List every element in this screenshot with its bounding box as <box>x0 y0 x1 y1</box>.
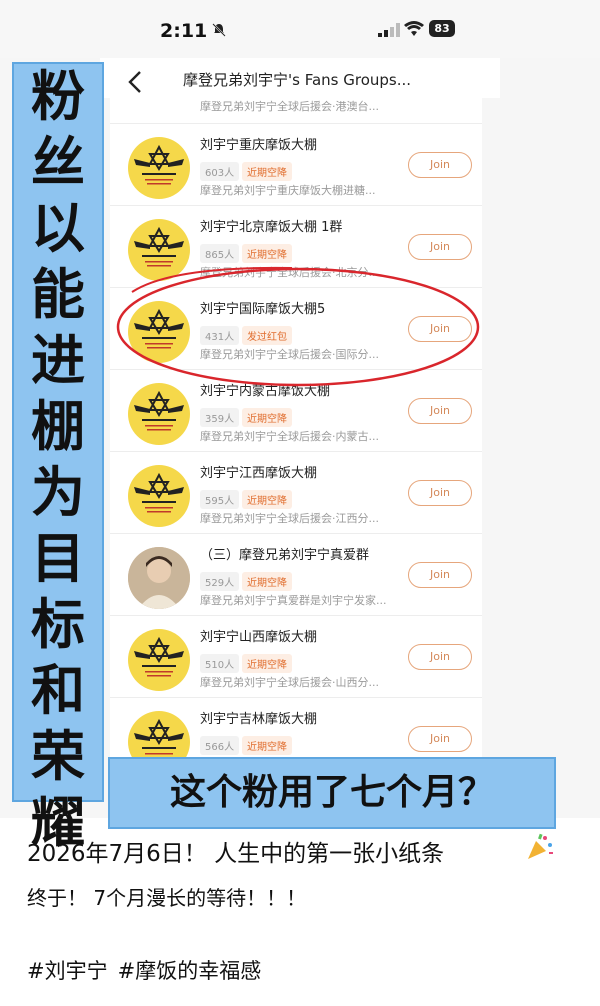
caption-char: 和 <box>31 659 85 722</box>
join-button[interactable]: Join <box>408 398 472 424</box>
join-button[interactable]: Join <box>408 726 472 752</box>
avatar <box>128 547 190 609</box>
list-item[interactable]: 刘宇宁江西摩饭大棚 595人 近期空降摩登兄弟刘宇宁全球后援会·江西分... Join <box>110 452 482 534</box>
member-count-badge: 510人 <box>200 654 240 673</box>
status-time: 2:11 <box>160 20 208 42</box>
caption-char: 为 <box>31 461 85 524</box>
caption-char: 标 <box>31 593 85 656</box>
group-description: 摩登兄弟刘宇宁真爱群是刘宇宁发家... <box>200 594 387 607</box>
status-badge: 近期空降 <box>242 654 292 673</box>
join-button[interactable]: Join <box>408 562 472 588</box>
group-name: 刘宇宁江西摩饭大棚 <box>200 466 318 481</box>
caption-char: 进 <box>31 329 85 392</box>
party-popper-icon <box>528 833 553 859</box>
hashtag-list: #刘宇宁 #摩饭的幸福感 <box>27 955 271 985</box>
group-name: （三）摩登兄弟刘宇宁真爱群 <box>200 548 370 563</box>
caption-char: 丝 <box>31 131 85 194</box>
status-bar: 2:11 83 <box>0 0 600 58</box>
member-count-badge: 529人 <box>200 572 240 591</box>
member-count-badge: 595人 <box>200 490 240 509</box>
status-badge: 近期空降 <box>242 490 292 509</box>
join-button[interactable]: Join <box>408 234 472 260</box>
status-badge: 近期空降 <box>242 408 292 427</box>
group-list: 摩登兄弟刘宇宁全球后援会·港澳台... 刘宇宁重庆摩饭大棚 603人 近期空降 摩登兄… <box>110 96 482 780</box>
wifi-icon <box>404 21 424 36</box>
hashtag-link[interactable]: #摩饭的幸福感 <box>118 959 262 983</box>
caption-char: 荣 <box>31 725 85 788</box>
member-count-badge: 566人 <box>200 736 240 755</box>
fan-club-emblem-icon <box>134 472 184 513</box>
caption-char: 能 <box>31 263 85 326</box>
post-text-line1: 2026年7月6日！ 人生中的第一张小纸条 <box>27 841 445 867</box>
list-item[interactable]: 刘宇宁山西摩饭大棚 510人 近期空降摩登兄弟刘宇宁全球后援会·山西分... Join <box>110 616 482 698</box>
hashtag-link[interactable]: #刘宇宁 <box>27 959 108 983</box>
group-description: 摩登兄弟刘宇宁全球后援会·江西分... <box>200 512 379 525</box>
avatar <box>128 137 190 199</box>
bottom-caption-banner: 这个粉用了七个月？ <box>108 757 556 829</box>
user-photo-icon <box>128 547 190 609</box>
back-arrow-icon[interactable] <box>126 70 144 94</box>
list-item[interactable]: 刘宇宁重庆摩饭大棚 603人 近期空降摩登兄弟刘宇宁重庆摩饭大棚进糖... Join <box>110 124 482 206</box>
avatar <box>128 629 190 691</box>
status-badge: 近期空降 <box>242 572 292 591</box>
status-badge: 近期空降 <box>242 244 292 263</box>
join-button[interactable]: Join <box>408 480 472 506</box>
join-button[interactable]: Join <box>408 152 472 178</box>
member-count-badge: 359人 <box>200 408 240 427</box>
avatar <box>128 383 190 445</box>
caption-char: 以 <box>31 197 85 260</box>
member-count-badge: 865人 <box>200 244 240 263</box>
fan-club-emblem-icon <box>134 390 184 431</box>
red-circle-annotation <box>116 266 480 387</box>
join-button[interactable]: Join <box>408 644 472 670</box>
status-badge: 近期空降 <box>242 162 292 181</box>
fan-club-emblem-icon <box>134 144 184 185</box>
group-description: 摩登兄弟刘宇宁重庆摩饭大棚进糖... <box>200 184 376 197</box>
caption-char: 目 <box>31 527 85 590</box>
fan-club-emblem-icon <box>134 636 184 677</box>
avatar <box>128 465 190 527</box>
page-title: 摩登兄弟刘宇宁's Fans Groups... <box>183 71 412 89</box>
group-name: 刘宇宁吉林摩饭大棚 <box>200 712 318 727</box>
bell-muted-icon <box>212 23 226 37</box>
caption-char: 粉 <box>31 65 85 128</box>
group-description: 摩登兄弟刘宇宁全球后援会·内蒙古... <box>200 430 379 443</box>
member-count-badge: 603人 <box>200 162 240 181</box>
status-badge: 近期空降 <box>242 736 292 755</box>
group-name: 刘宇宁重庆摩饭大棚 <box>200 138 318 153</box>
battery-icon: 83 <box>429 20 455 37</box>
signal-icon <box>378 23 400 37</box>
caption-char: 棚 <box>31 395 85 458</box>
group-description: 摩登兄弟刘宇宁全球后援会·港澳台... <box>200 100 379 113</box>
group-name: 刘宇宁北京摩饭大棚 1群 <box>200 220 343 235</box>
list-item[interactable]: （三）摩登兄弟刘宇宁真爱群 529人 近期空降摩登兄弟刘宇宁真爱群是刘宇宁发家...… <box>110 534 482 616</box>
list-item-partial[interactable]: 摩登兄弟刘宇宁全球后援会·港澳台... <box>110 96 482 124</box>
vertical-caption-banner: 粉丝以能进棚为目标和荣耀 <box>12 62 104 854</box>
group-name: 刘宇宁山西摩饭大棚 <box>200 630 318 645</box>
group-description: 摩登兄弟刘宇宁全球后援会·山西分... <box>200 676 379 689</box>
post-text-line2: 终于！ 7个月漫长的等待！！！ <box>27 886 307 910</box>
